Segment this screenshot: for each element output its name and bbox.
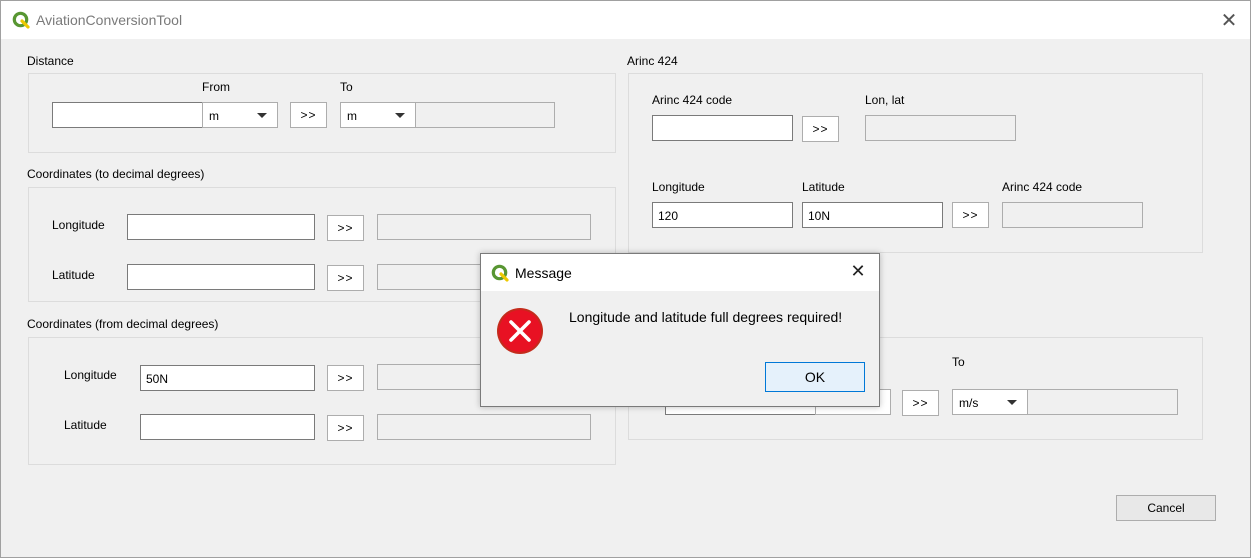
arinc-code-out-label: Arinc 424 code [1002,180,1083,194]
arinc-latitude-input[interactable]: 10N [802,202,943,228]
window-close-icon[interactable]: ✕ [1217,8,1241,32]
dialog-title-bar: Message ✕ [481,254,879,291]
coords-from-dd-longitude-input[interactable]: 50N [140,365,315,391]
arinc-lonlat-label: Lon, lat [865,93,905,107]
window-title: AviationConversionTool [36,12,183,28]
coords-to-dd-group-label: Coordinates (to decimal degrees) [27,167,205,181]
chevron-down-icon [1007,400,1017,405]
distance-convert-button[interactable]: >> [290,102,327,128]
arinc-longitude-label: Longitude [652,180,705,194]
speed-to-unit-select[interactable]: m/s [952,389,1028,415]
coords-to-dd-latitude-convert-button[interactable]: >> [327,265,364,291]
arinc-lonlat-convert-button[interactable]: >> [952,202,989,228]
ok-button[interactable]: OK [765,362,865,392]
coords-from-dd-longitude-convert-button[interactable]: >> [327,365,364,391]
coords-to-dd-longitude-label: Longitude [52,218,105,232]
distance-group-label: Distance [27,54,74,68]
distance-result-field [415,102,555,128]
chevron-down-icon [257,113,267,118]
speed-result-field [1027,389,1178,415]
dialog-close-icon[interactable]: ✕ [847,261,869,283]
speed-to-unit-value: m/s [959,396,979,410]
coords-to-dd-longitude-result [377,214,591,240]
arinc-lonlat-result [865,115,1016,141]
distance-to-unit-select[interactable]: m [340,102,416,128]
speed-to-label: To [952,355,965,369]
distance-to-label: To [340,80,353,94]
distance-from-label: From [202,80,230,94]
title-bar: AviationConversionTool ✕ [1,1,1250,39]
coords-to-dd-latitude-input[interactable] [127,264,315,290]
dialog-title: Message [515,265,572,281]
distance-from-unit-value: m [209,109,219,123]
arinc-code-input[interactable] [652,115,793,141]
message-dialog: Message ✕ Longitude and latitude full de… [480,253,880,407]
coords-to-dd-longitude-input[interactable] [127,214,315,240]
dialog-message: Longitude and latitude full degrees requ… [569,309,843,325]
arinc-longitude-input[interactable]: 120 [652,202,793,228]
chevron-down-icon [395,113,405,118]
coords-to-dd-latitude-label: Latitude [52,268,95,282]
coords-from-dd-group-label: Coordinates (from decimal degrees) [27,317,219,331]
coords-to-dd-longitude-convert-button[interactable]: >> [327,215,364,241]
coords-from-dd-longitude-label: Longitude [64,368,117,382]
arinc-group-label: Arinc 424 [627,54,678,68]
arinc-code-label: Arinc 424 code [652,93,733,107]
speed-convert-button[interactable]: >> [902,390,939,416]
distance-from-unit-select[interactable]: m [202,102,278,128]
distance-input[interactable] [52,102,203,128]
qgis-logo-icon [491,264,509,282]
coords-from-dd-latitude-result [377,414,591,440]
arinc-code-convert-button[interactable]: >> [802,116,839,142]
coords-from-dd-latitude-label: Latitude [64,418,107,432]
arinc-latitude-label: Latitude [802,180,845,194]
qgis-logo-icon [12,11,30,29]
coords-from-dd-latitude-input[interactable] [140,414,315,440]
distance-to-unit-value: m [347,109,357,123]
error-icon [497,308,543,354]
arinc-code-out-result [1002,202,1143,228]
cancel-button[interactable]: Cancel [1116,495,1216,521]
coords-from-dd-latitude-convert-button[interactable]: >> [327,415,364,441]
